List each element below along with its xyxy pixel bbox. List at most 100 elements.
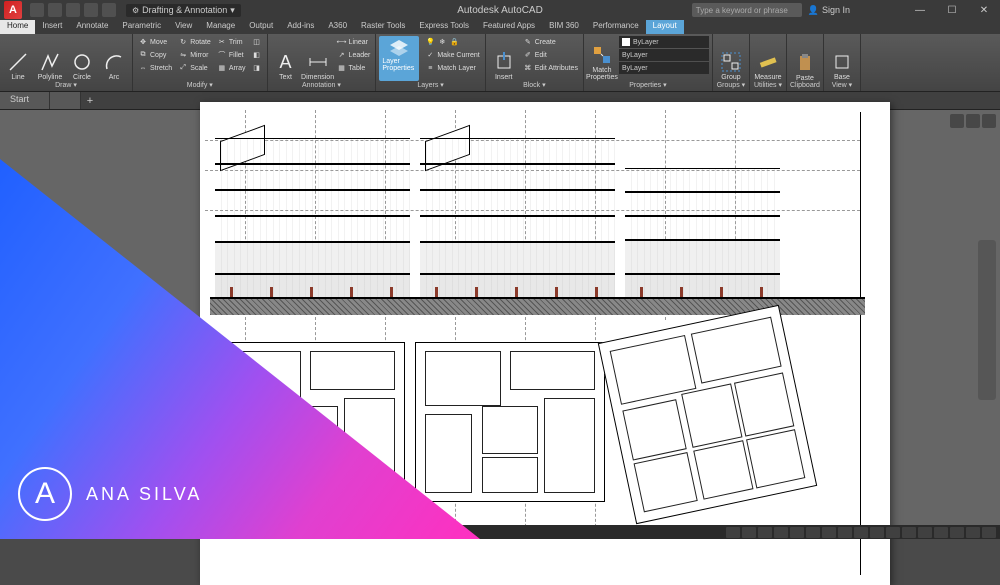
table-button[interactable]: ▦Table (335, 62, 373, 74)
status-polar[interactable] (790, 527, 804, 538)
tab-bim360[interactable]: BIM 360 (542, 20, 586, 34)
panel-properties-label[interactable]: Properties ▾ (587, 81, 709, 89)
vp-maximize[interactable] (966, 114, 980, 128)
tab-raster[interactable]: Raster Tools (354, 20, 412, 34)
signin-button[interactable]: 👤 Sign In (808, 5, 850, 16)
panel-block-label[interactable]: Block ▾ (489, 81, 580, 89)
panel-modify-label[interactable]: Modify ▾ (136, 81, 264, 89)
text-button[interactable]: AText (271, 36, 301, 81)
building-section-3 (625, 168, 780, 303)
close-button[interactable]: ✕ (968, 0, 1000, 20)
tab-output[interactable]: Output (242, 20, 280, 34)
rotate-button[interactable]: ↻Rotate (176, 36, 213, 48)
filetab-drawing[interactable] (50, 92, 81, 109)
status-grid[interactable] (742, 527, 756, 538)
mirror-button[interactable]: ⇋Mirror (176, 49, 213, 61)
status-clean[interactable] (966, 527, 980, 538)
panel-layers-label[interactable]: Layers ▾ (379, 81, 481, 89)
status-qp[interactable] (870, 527, 884, 538)
tab-featured[interactable]: Featured Apps (476, 20, 542, 34)
modify-extra3[interactable]: ◨ (250, 62, 264, 74)
qat-redo-icon[interactable] (102, 3, 116, 17)
trim-button[interactable]: ✂Trim (215, 36, 248, 48)
status-cycling[interactable] (886, 527, 900, 538)
status-annomonitor[interactable] (934, 527, 948, 538)
status-otrack[interactable] (822, 527, 836, 538)
panel-view-label[interactable]: View ▾ (827, 81, 857, 89)
line-button[interactable]: Line (3, 36, 33, 81)
tab-parametric[interactable]: Parametric (115, 20, 168, 34)
tab-home[interactable]: Home (0, 20, 35, 34)
fillet-button[interactable]: ⌒Fillet (215, 49, 248, 61)
status-units[interactable] (950, 527, 964, 538)
vp-close[interactable] (982, 114, 996, 128)
status-osnap[interactable] (806, 527, 820, 538)
polyline-button[interactable]: Polyline (35, 36, 65, 81)
app-logo[interactable]: A (4, 1, 22, 19)
modify-extra1[interactable]: ◫ (250, 36, 264, 48)
dimension-button[interactable]: Dimension (303, 36, 333, 81)
leader-button[interactable]: ↗Leader (335, 49, 373, 61)
status-workspace[interactable] (918, 527, 932, 538)
maximize-button[interactable]: ☐ (936, 0, 968, 20)
tab-annotate[interactable]: Annotate (69, 20, 115, 34)
layer-state1[interactable]: 💡❄🔒 (423, 36, 481, 48)
status-transparency[interactable] (854, 527, 868, 538)
copy-button[interactable]: ⧉Copy (136, 49, 174, 61)
lineweight-select[interactable]: ByLayer (619, 49, 709, 61)
array-button[interactable]: ▦Array (215, 62, 248, 74)
paste-button[interactable]: Paste (790, 36, 820, 82)
vp-minimize[interactable] (950, 114, 964, 128)
linetype-select[interactable]: ByLayer (619, 62, 709, 74)
drawing-canvas[interactable] (0, 110, 1000, 525)
tab-layout[interactable]: Layout (646, 20, 684, 34)
status-snap[interactable] (758, 527, 772, 538)
tab-express[interactable]: Express Tools (412, 20, 476, 34)
status-lwt[interactable] (838, 527, 852, 538)
edit-attrs-button[interactable]: ⌘Edit Attributes (521, 62, 580, 74)
stretch-button[interactable]: ⇔Stretch (136, 62, 174, 74)
scale-button[interactable]: ⤢Scale (176, 62, 213, 74)
edit-block-button[interactable]: ✐Edit (521, 49, 580, 61)
workspace-selector[interactable]: ⚙ Drafting & Annotation ▾ (126, 4, 241, 17)
status-customize[interactable] (982, 527, 996, 538)
tab-view[interactable]: View (168, 20, 199, 34)
tab-insert[interactable]: Insert (35, 20, 69, 34)
search-input[interactable]: Type a keyword or phrase (692, 3, 802, 17)
filetab-start[interactable]: Start (0, 92, 50, 109)
panel-draw-label[interactable]: Draw ▾ (3, 81, 129, 89)
modify-extra2[interactable]: ◧ (250, 49, 264, 61)
circle-button[interactable]: Circle (67, 36, 97, 81)
tab-addins[interactable]: Add-ins (280, 20, 321, 34)
measure-button[interactable]: Measure (753, 36, 783, 81)
base-button[interactable]: Base (827, 36, 857, 81)
insert-button[interactable]: Insert (489, 36, 519, 81)
make-current-button[interactable]: ✓Make Current (423, 49, 481, 61)
layer-properties-button[interactable]: Layer Properties (379, 36, 419, 81)
qat-undo-icon[interactable] (84, 3, 98, 17)
qat-save-icon[interactable] (66, 3, 80, 17)
panel-groups-label[interactable]: Groups ▾ (716, 81, 746, 89)
filetab-add-button[interactable]: + (81, 92, 99, 109)
tab-a360[interactable]: A360 (321, 20, 354, 34)
status-model[interactable] (726, 527, 740, 538)
qat-open-icon[interactable] (48, 3, 62, 17)
status-ortho[interactable] (774, 527, 788, 538)
match-props-button[interactable]: Match Properties (587, 36, 617, 81)
panel-utilities-label[interactable]: Utilities ▾ (753, 81, 783, 89)
status-annoscale[interactable] (902, 527, 916, 538)
create-block-button[interactable]: ✎Create (521, 36, 580, 48)
tab-performance[interactable]: Performance (586, 20, 646, 34)
panel-clipboard-label[interactable]: Clipboard (790, 82, 820, 89)
minimize-button[interactable]: — (904, 0, 936, 20)
tab-manage[interactable]: Manage (199, 20, 242, 34)
linear-button[interactable]: ⟷Linear (335, 36, 373, 48)
move-button[interactable]: ✥Move (136, 36, 174, 48)
color-select[interactable]: ByLayer (619, 36, 709, 48)
match-layer-button[interactable]: ≡Match Layer (423, 62, 481, 74)
qat-new-icon[interactable] (30, 3, 44, 17)
group-button[interactable]: Group (716, 36, 746, 81)
panel-annotation-label[interactable]: Annotation ▾ (271, 81, 373, 89)
arc-button[interactable]: Arc (99, 36, 129, 81)
navigation-bar[interactable] (978, 240, 996, 400)
